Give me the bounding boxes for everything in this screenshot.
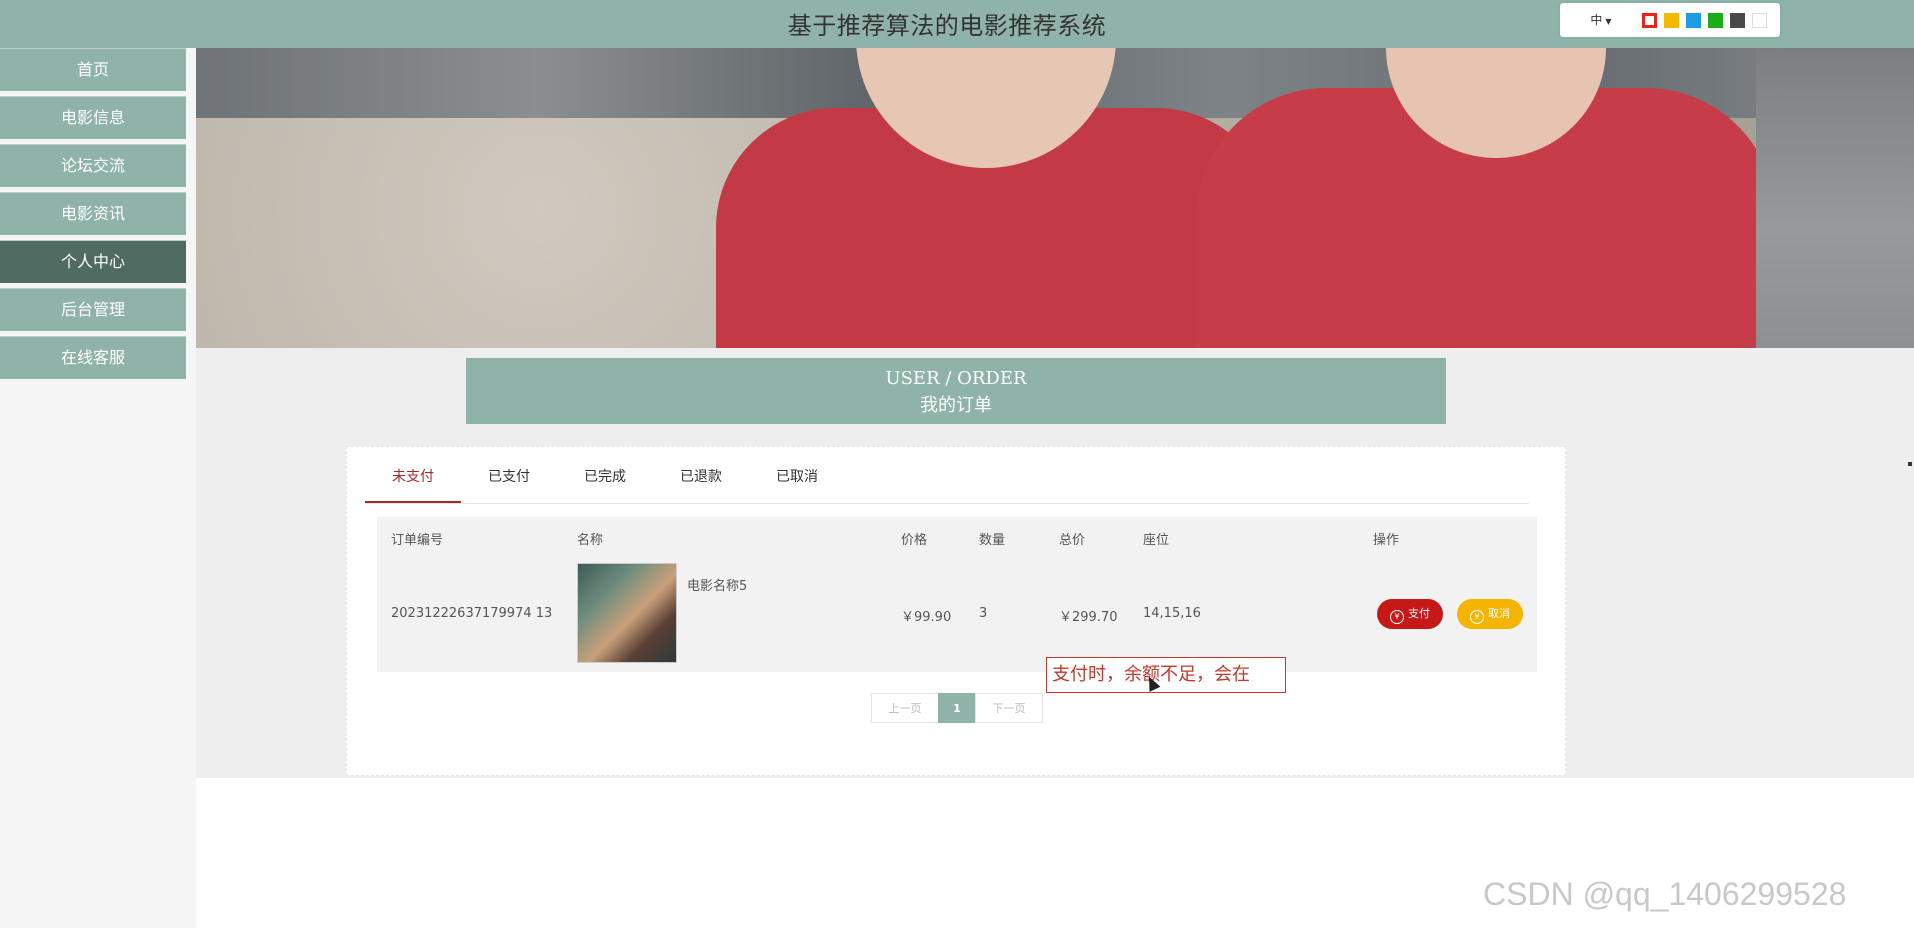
page-title-cn: 我的订单	[920, 395, 992, 416]
order-tabs: 未支付 已支付 已完成 已退款 已取消	[365, 453, 1529, 504]
order-table: 订单编号 名称 价格 数量 总价 座位 操作 20231222637179974…	[377, 517, 1537, 672]
movie-name[interactable]: 电影名称5	[687, 575, 747, 594]
column-header-quantity: 数量	[979, 533, 1006, 548]
column-header-seat: 座位	[1143, 533, 1170, 548]
nav-item-movies[interactable]: 电影信息	[0, 96, 186, 139]
column-header-order-no: 订单编号	[391, 533, 444, 548]
prev-page-button[interactable]: 上一页	[871, 693, 939, 723]
pay-button-label: 支付	[1408, 607, 1430, 620]
pay-button[interactable]: ¥ 支付	[1377, 599, 1443, 629]
order-card: 未支付 已支付 已完成 已退款 已取消 订单编号 名称 价格 数量 总价 座位 …	[346, 446, 1566, 776]
yen-icon: ¥	[1390, 610, 1404, 624]
quantity: 3	[979, 606, 988, 621]
price: ￥99.90	[901, 610, 952, 625]
nav-item-customer-service[interactable]: 在线客服	[0, 336, 186, 379]
cancel-button[interactable]: ¥ 取消	[1457, 599, 1523, 629]
theme-swatch-blue[interactable]	[1686, 13, 1701, 28]
tab-paid[interactable]: 已支付	[461, 453, 557, 501]
movie-poster[interactable]	[577, 563, 677, 663]
theme-swatch-green[interactable]	[1708, 13, 1723, 28]
tab-refunded[interactable]: 已退款	[653, 453, 749, 501]
tab-cancelled[interactable]: 已取消	[749, 453, 845, 501]
column-header-name: 名称	[577, 533, 604, 548]
tab-completed[interactable]: 已完成	[557, 453, 653, 501]
theme-swatch-red[interactable]	[1642, 13, 1657, 28]
next-page-button[interactable]: 下一页	[975, 693, 1043, 723]
column-header-total: 总价	[1059, 533, 1086, 548]
theme-swatch-gray[interactable]	[1730, 13, 1745, 28]
nav-item-user-center[interactable]: 个人中心	[0, 240, 186, 283]
scroll-marker	[1908, 462, 1912, 466]
total-price: ￥299.70	[1059, 610, 1118, 625]
seats: 14,15,16	[1143, 606, 1201, 621]
nav-item-admin[interactable]: 后台管理	[0, 288, 186, 331]
watermark: CSDN @qq_1406299528	[1483, 876, 1847, 912]
nav-item-home[interactable]: 首页	[0, 48, 186, 91]
banner-image	[196, 48, 1914, 348]
theme-swatch-yellow[interactable]	[1664, 13, 1679, 28]
nav-item-news[interactable]: 电影资讯	[0, 192, 186, 235]
page-title-en: USER / ORDER	[885, 368, 1027, 389]
annotation-textbox[interactable]: 支付时，余额不足，会在	[1046, 657, 1286, 693]
language-select[interactable]: 中 ▼	[1578, 11, 1624, 29]
language-label: 中	[1590, 13, 1603, 27]
theme-swatch-white[interactable]	[1752, 13, 1767, 28]
page-number-button[interactable]: 1	[938, 693, 976, 723]
caret-down-icon: ▼	[1605, 17, 1612, 26]
order-number: 20231222637179974 13	[391, 606, 553, 621]
column-header-action: 操作	[1373, 533, 1400, 548]
top-bar: 基于推荐算法的电影推荐系统 中 ▼	[0, 0, 1914, 48]
column-header-price: 价格	[901, 533, 928, 548]
cancel-button-label: 取消	[1488, 607, 1510, 620]
tab-unpaid[interactable]: 未支付	[365, 453, 461, 503]
yen-icon: ¥	[1470, 610, 1484, 624]
theme-panel: 中 ▼	[1560, 3, 1780, 37]
nav-item-forum[interactable]: 论坛交流	[0, 144, 186, 187]
page-header: USER / ORDER 我的订单	[466, 358, 1446, 424]
